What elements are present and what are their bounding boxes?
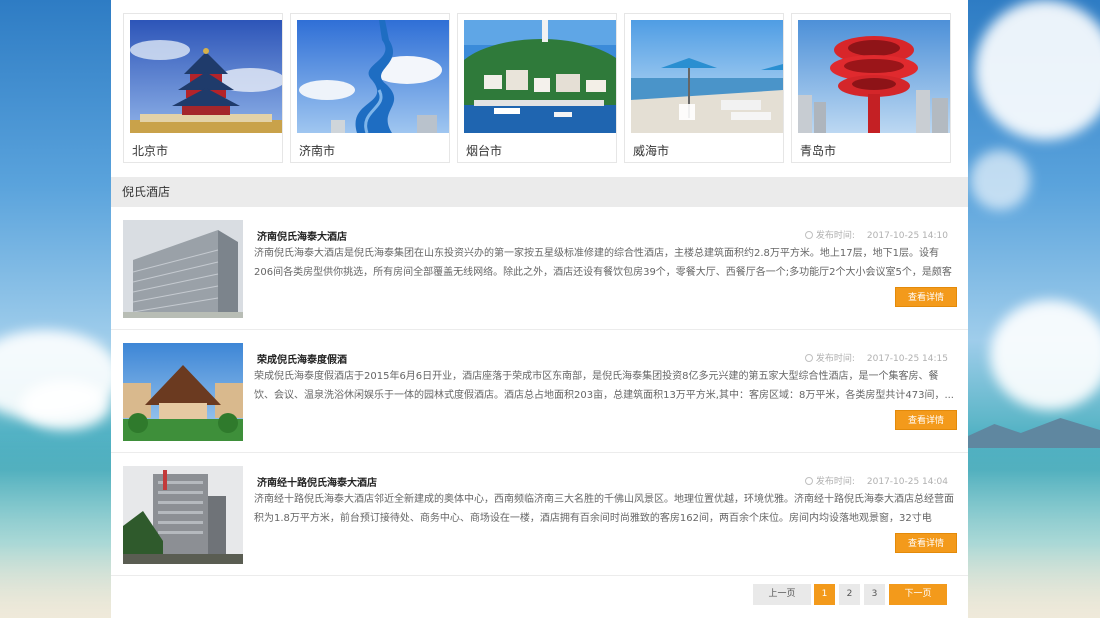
view-details-button[interactable]: 查看详情 — [895, 287, 957, 307]
city-name: 济南市 — [299, 144, 336, 158]
background-cloud — [975, 0, 1100, 140]
city-card[interactable]: 烟台市 — [457, 13, 617, 163]
clock-icon — [804, 231, 813, 239]
city-photo — [130, 20, 282, 133]
prev-page-button[interactable]: 上一页 — [753, 584, 811, 605]
publish-label: 发布时间: — [815, 231, 855, 241]
page-button-3[interactable]: 3 — [864, 584, 885, 605]
city-list: 北京市 济南市 烟台市 威海市 青岛市 — [123, 10, 958, 165]
hotel-description: 济南倪氏海泰大酒店是倪氏海泰集团在山东投资兴办的第一家按五星级标准修建的综合性酒… — [254, 248, 952, 278]
background-mountain — [968, 418, 1100, 448]
view-details-button[interactable]: 查看详情 — [895, 410, 957, 430]
view-details-button[interactable]: 查看详情 — [895, 533, 957, 553]
pagination: 上一页 1 2 3 下一页 — [111, 584, 968, 605]
city-photo — [297, 20, 449, 133]
city-name: 威海市 — [633, 144, 670, 158]
city-card[interactable]: 青岛市 — [791, 13, 951, 163]
city-card[interactable]: 北京市 — [123, 13, 283, 163]
hotel-name[interactable]: 济南倪氏海泰大酒店 — [257, 228, 347, 243]
clock-icon — [804, 354, 813, 362]
hotel-name[interactable]: 荣成倪氏海泰度假酒 — [257, 351, 347, 366]
hotel-description: 荣成倪氏海泰度假酒店于2015年6月6日开业，酒店座落于荣成市区东南部，是倪氏海… — [254, 371, 954, 401]
publish-time: 2017-10-25 14:15 — [866, 354, 948, 364]
hotel-photo[interactable] — [123, 220, 243, 318]
publish-time: 2017-10-25 14:10 — [866, 231, 948, 241]
hotel-description: 济南经十路倪氏海泰大酒店邻近全新建成的奥体中心，西南频临济南三大名胜的千佛山风景… — [254, 494, 954, 524]
publish-meta: 发布时间: 2017-10-25 14:10 — [804, 228, 948, 241]
background-cloud — [970, 150, 1030, 210]
city-name: 青岛市 — [800, 144, 837, 158]
hotel-photo[interactable] — [123, 466, 243, 564]
clock-icon — [804, 477, 813, 485]
section-title: 倪氏酒店 — [111, 177, 968, 207]
city-card[interactable]: 济南市 — [290, 13, 450, 163]
city-photo — [631, 20, 783, 133]
page-button-2[interactable]: 2 — [839, 584, 860, 605]
hotel-item: 济南经十路倪氏海泰大酒店 发布时间: 2017-10-25 14:04 济南经十路… — [111, 454, 968, 576]
publish-label: 发布时间: — [815, 354, 855, 364]
background-cloud — [20, 380, 110, 430]
publish-time: 2017-10-25 14:04 — [866, 477, 948, 487]
hotel-photo[interactable] — [123, 343, 243, 441]
city-card[interactable]: 威海市 — [624, 13, 784, 163]
hotel-name[interactable]: 济南经十路倪氏海泰大酒店 — [257, 474, 377, 489]
city-name: 北京市 — [132, 144, 169, 158]
background-cloud — [990, 300, 1100, 410]
next-page-button[interactable]: 下一页 — [889, 584, 947, 605]
hotel-item: 济南倪氏海泰大酒店 发布时间: 2017-10-25 14:10 济南倪氏海泰大酒… — [111, 208, 968, 330]
publish-meta: 发布时间: 2017-10-25 14:15 — [804, 351, 948, 364]
content-panel: 北京市 济南市 烟台市 威海市 青岛市 倪氏酒店 济南倪氏海泰大酒店 发布时间:… — [111, 0, 968, 618]
city-name: 烟台市 — [466, 144, 503, 158]
city-photo — [798, 20, 950, 133]
hotel-item: 荣成倪氏海泰度假酒 发布时间: 2017-10-25 14:15 荣成倪氏海泰度假… — [111, 331, 968, 453]
city-photo — [464, 20, 616, 133]
publish-meta: 发布时间: 2017-10-25 14:04 — [804, 474, 948, 487]
publish-label: 发布时间: — [815, 477, 855, 487]
page-button-1[interactable]: 1 — [814, 584, 835, 605]
